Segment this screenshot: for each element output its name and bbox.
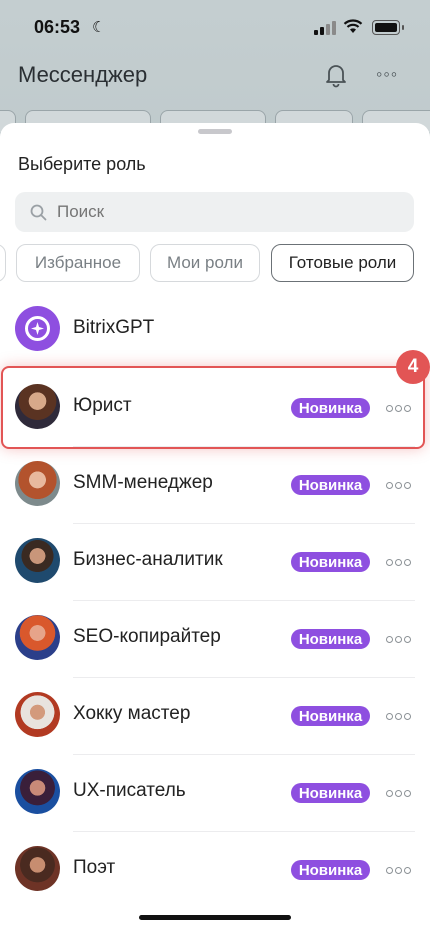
moon-icon: ☾ (92, 19, 106, 36)
more-icon[interactable] (386, 865, 412, 875)
new-badge: Новинка (291, 783, 370, 803)
more-icon[interactable] (386, 480, 412, 490)
bitrixgpt-logo-icon (15, 306, 60, 351)
more-icon[interactable] (386, 634, 412, 644)
bell-icon[interactable] (324, 62, 348, 88)
role-row-bitrixgpt[interactable]: BitrixGPT (0, 291, 430, 368)
filter-chip-favorites[interactable]: Избранное (16, 244, 140, 282)
role-name: Поэт (73, 857, 116, 878)
search-icon (30, 204, 47, 221)
more-icon[interactable] (386, 557, 412, 567)
app-title: Мессенджер (18, 62, 148, 87)
role-row-seo-copywriter[interactable]: SEO-копирайтер Новинка (0, 600, 430, 677)
battery-icon (372, 20, 404, 35)
row-divider (73, 831, 415, 832)
filter-chip-partial[interactable] (0, 244, 6, 282)
new-badge: Новинка (291, 475, 370, 495)
status-bar: 06:53 ☾ (0, 0, 430, 56)
avatar (15, 461, 60, 506)
role-row-haiku-master[interactable]: Хокку мастер Новинка (0, 677, 430, 754)
avatar (15, 692, 60, 737)
role-name: UX-писатель (73, 780, 186, 801)
row-divider (73, 523, 415, 524)
highlight-frame (1, 366, 425, 449)
avatar (15, 615, 60, 660)
new-badge: Новинка (291, 706, 370, 726)
sheet-drag-handle[interactable] (198, 129, 232, 134)
filter-chip-my-roles[interactable]: Мои роли (150, 244, 260, 282)
search-field[interactable] (15, 192, 414, 232)
step-number-badge: 4 (396, 350, 430, 384)
new-badge: Новинка (291, 860, 370, 880)
avatar (15, 846, 60, 891)
role-row-smm[interactable]: SMM-менеджер Новинка (0, 446, 430, 523)
more-icon[interactable] (386, 788, 412, 798)
role-name: SMM-менеджер (73, 472, 213, 493)
new-badge: Новинка (291, 629, 370, 649)
role-row-ux-writer[interactable]: UX-писатель Новинка (0, 754, 430, 831)
more-icon[interactable] (386, 711, 412, 721)
role-row-poet[interactable]: Поэт Новинка (0, 831, 430, 908)
row-divider (73, 677, 415, 678)
row-divider (73, 754, 415, 755)
role-name: SEO-копирайтер (73, 626, 221, 647)
new-badge: Новинка (291, 552, 370, 572)
role-name: BitrixGPT (73, 317, 155, 338)
role-name: Бизнес-аналитик (73, 549, 223, 570)
filter-chip-ready-roles[interactable]: Готовые роли (271, 244, 414, 282)
cellular-signal-icon (314, 21, 336, 35)
search-input[interactable] (57, 202, 387, 222)
avatar (15, 769, 60, 814)
role-name: Хокку мастер (73, 703, 191, 724)
sheet-title: Выберите роль (18, 154, 146, 174)
row-divider (73, 600, 415, 601)
status-time: 06:53 (34, 17, 81, 37)
wifi-icon (343, 19, 363, 33)
role-row-business-analyst[interactable]: Бизнес-аналитик Новинка (0, 523, 430, 600)
more-horizontal-icon[interactable]: ◦◦◦ (376, 64, 398, 85)
avatar (15, 538, 60, 583)
home-indicator[interactable] (139, 915, 291, 920)
